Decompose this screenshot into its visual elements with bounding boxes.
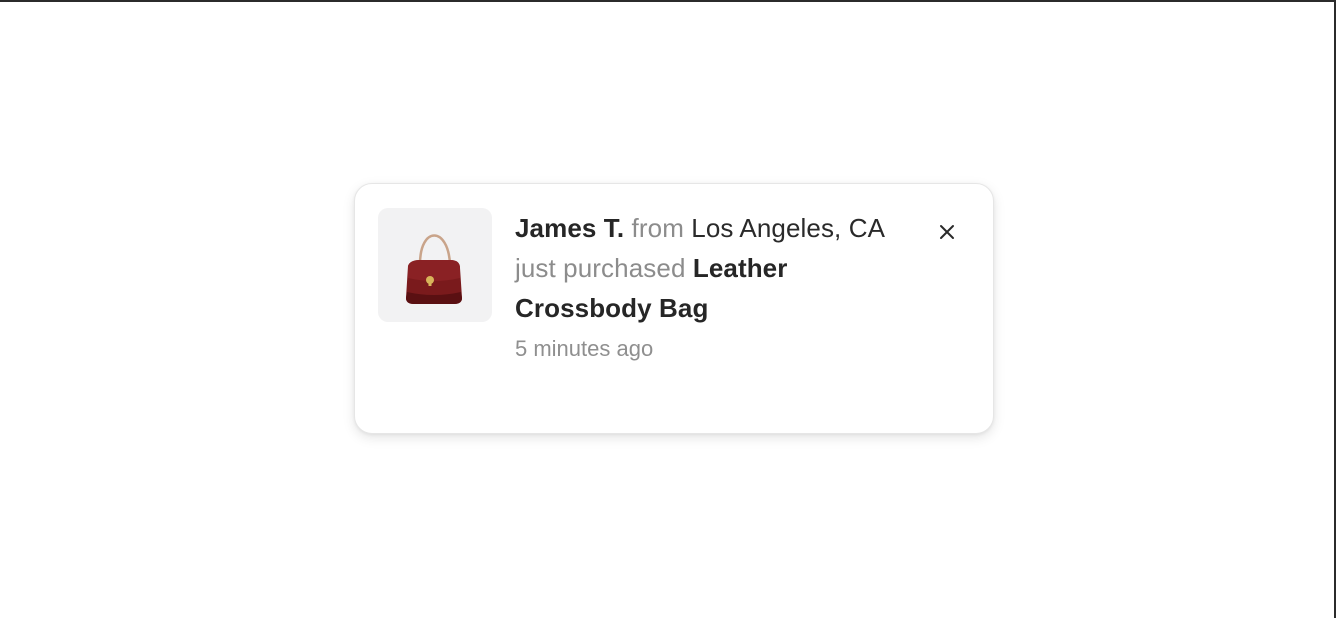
customer-line: James T. from Los Angeles, CA (515, 208, 915, 248)
window-top-border (0, 0, 1336, 2)
action-text: just purchased (515, 253, 686, 283)
product-thumbnail[interactable] (378, 208, 492, 322)
handbag-icon (406, 234, 462, 304)
purchase-line: just purchased Leather Crossbody Bag (515, 248, 915, 328)
close-button[interactable] (931, 216, 963, 248)
close-icon (940, 225, 954, 239)
purchase-notification-toast[interactable]: James T. from Los Angeles, CA just purch… (354, 183, 994, 434)
customer-location: Los Angeles, CA (691, 213, 886, 243)
customer-name: James T. (515, 213, 625, 243)
time-ago: 5 minutes ago (515, 336, 654, 361)
notification-content: James T. from Los Angeles, CA just purch… (515, 208, 915, 366)
from-word: from (631, 213, 684, 243)
